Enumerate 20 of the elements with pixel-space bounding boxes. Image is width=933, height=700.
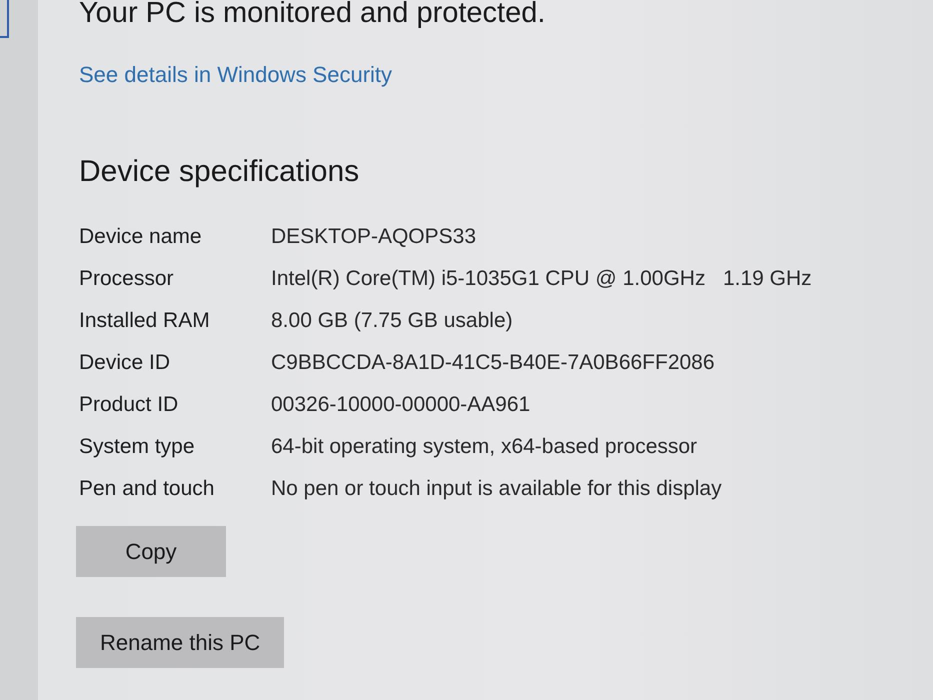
spec-label: Product ID <box>79 393 180 417</box>
spec-value: 00326-10000-00000-AA961 <box>271 393 530 417</box>
spec-value: 64-bit operating system, x64-based processor <box>271 435 698 459</box>
windows-security-link[interactable]: See details in Windows Security <box>79 62 392 88</box>
spec-value: Intel(R) Core(TM) i5-1035G1 CPU @ 1.00GHz 1.19 GHz <box>271 267 812 291</box>
security-status-heading: Your PC is monitored and protected. <box>79 0 546 28</box>
spec-value: No pen or touch input is available for this display <box>271 477 722 501</box>
spec-label: System type <box>79 435 196 459</box>
spec-value: DESKTOP-AQOPS33 <box>271 225 476 249</box>
section-heading: Device specifications <box>79 154 360 190</box>
spec-value: C9BBCCDA-8A1D-41C5-B40E-7A0B66FF2086 <box>271 351 715 375</box>
spec-label: Pen and touch <box>79 477 216 501</box>
outline-box <box>0 0 9 38</box>
rename-button[interactable]: Rename this PC <box>76 617 284 668</box>
copy-button[interactable]: Copy <box>76 526 226 577</box>
spec-label: Installed RAM <box>79 309 211 333</box>
spec-value: 8.00 GB (7.75 GB usable) <box>271 309 513 333</box>
spec-label: Device ID <box>79 351 172 375</box>
spec-label: Device name <box>79 225 203 249</box>
spec-label: Processor <box>79 267 175 291</box>
